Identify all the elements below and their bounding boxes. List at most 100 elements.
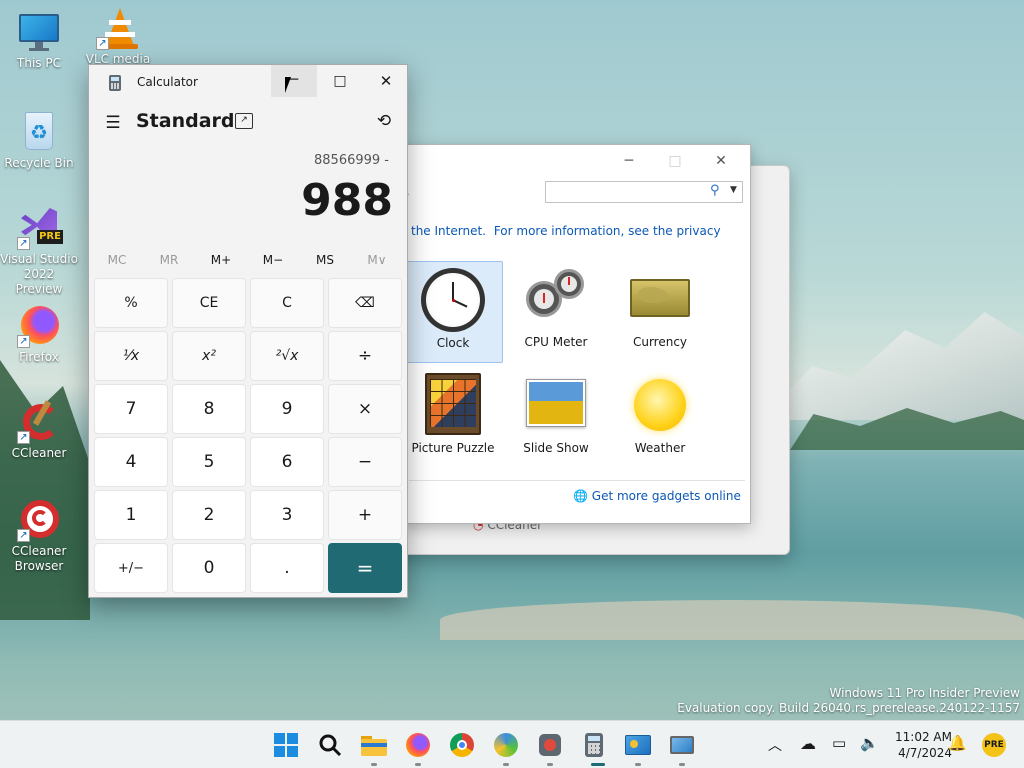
browser-taskbar-button[interactable] [492, 731, 520, 759]
add-button[interactable]: + [328, 490, 402, 540]
control-panel-taskbar-button[interactable] [624, 731, 652, 759]
maximize-button[interactable]: □ [663, 153, 687, 169]
shortcut-arrow-icon: ↗ [17, 237, 30, 250]
expression-display: 88566999 - [314, 153, 389, 168]
app-taskbar-button[interactable] [536, 731, 564, 759]
chrome-taskbar-button[interactable] [448, 731, 476, 759]
gadget-currency[interactable]: Currency [610, 267, 710, 349]
start-button[interactable] [272, 731, 300, 759]
reciprocal-button[interactable]: ¹⁄x [94, 331, 168, 381]
desktop-icon-recycle-bin[interactable]: ♻ Recycle Bin [1, 110, 77, 171]
desktop-icon-ccleaner[interactable]: ↗ CCleaner [1, 400, 77, 461]
chrome-icon [450, 733, 474, 757]
digit-7-button[interactable]: 7 [94, 384, 168, 434]
watermark-line-1: Windows 11 Pro Insider Preview [829, 686, 1020, 700]
memory-clear-button[interactable]: MC [91, 253, 143, 267]
gadget-label: Picture Puzzle [411, 441, 495, 455]
notification-bell-icon[interactable]: 🔔 [948, 734, 967, 752]
divide-button[interactable]: ÷ [328, 331, 402, 381]
calculator-taskbar-button[interactable] [580, 731, 608, 759]
onedrive-offline-icon[interactable]: ☁ [800, 734, 816, 753]
equals-button[interactable]: = [328, 543, 402, 593]
network-icon[interactable]: ▭ [832, 734, 846, 752]
desktop-icon-ccleaner-browser[interactable]: ↗ CCleaner Browser [1, 498, 77, 574]
info-text[interactable]: the Internet. [411, 224, 486, 238]
digit-5-button[interactable]: 5 [172, 437, 246, 487]
search-icon[interactable]: ⚲ [710, 183, 720, 198]
running-indicator [635, 763, 641, 766]
history-icon[interactable]: ⟲ [374, 111, 394, 131]
keep-on-top-icon[interactable]: ↗ [235, 113, 253, 129]
multiply-button[interactable]: × [328, 384, 402, 434]
browser-icon [494, 733, 518, 757]
desktop-icon-label: CCleaner [11, 446, 67, 460]
watermark-line-2: Evaluation copy. Build 26040.rs_prerelea… [677, 701, 1020, 715]
decimal-button[interactable]: . [250, 543, 324, 593]
gadget-weather[interactable]: Weather [610, 373, 710, 455]
negate-button[interactable]: +/− [94, 543, 168, 593]
desktop-icon-vlc[interactable]: ↗ VLC media [80, 6, 156, 66]
minimize-button[interactable]: ─ [271, 65, 317, 97]
square-button[interactable]: x² [172, 331, 246, 381]
chevron-down-icon[interactable]: ▼ [730, 185, 737, 195]
close-button[interactable]: ✕ [363, 65, 409, 97]
running-indicator [415, 763, 421, 766]
search-gadgets-field[interactable] [548, 184, 698, 200]
insider-badge-icon[interactable]: PRE [982, 733, 1006, 757]
running-indicator [591, 763, 605, 766]
clock-area[interactable]: 11:02 AM 4/7/2024 [880, 729, 952, 761]
file-explorer-button[interactable] [360, 731, 388, 759]
memory-add-button[interactable]: M+ [195, 253, 247, 267]
firefox-taskbar-button[interactable] [404, 731, 432, 759]
shortcut-arrow-icon: ↗ [17, 431, 30, 444]
digit-3-button[interactable]: 3 [250, 490, 324, 540]
memory-recall-button[interactable]: MR [143, 253, 195, 267]
search-button[interactable] [316, 731, 344, 759]
backspace-button[interactable]: ⌫ [328, 278, 402, 328]
vlc-cone-icon: ↗ [96, 6, 140, 50]
clear-entry-button[interactable]: CE [172, 278, 246, 328]
slide-show-icon [524, 373, 588, 437]
square-root-button[interactable]: ²√x [250, 331, 324, 381]
gadget-slide-show[interactable]: Slide Show [506, 373, 606, 455]
digit-8-button[interactable]: 8 [172, 384, 246, 434]
maximize-button[interactable]: □ [317, 65, 363, 97]
remote-desktop-taskbar-button[interactable] [668, 731, 696, 759]
digit-6-button[interactable]: 6 [250, 437, 324, 487]
digit-2-button[interactable]: 2 [172, 490, 246, 540]
digit-0-button[interactable]: 0 [172, 543, 246, 593]
globe-icon: 🌐 [573, 489, 588, 503]
percent-button[interactable]: % [94, 278, 168, 328]
ccleaner-browser-icon: ↗ [17, 498, 61, 542]
shortcut-arrow-icon: ↗ [17, 529, 30, 542]
calculator-app-icon [109, 75, 121, 91]
memory-store-button[interactable]: MS [299, 253, 351, 267]
close-button[interactable]: ✕ [709, 153, 733, 169]
build-watermark: Windows 11 Pro Insider Preview Evaluatio… [677, 686, 1020, 716]
digit-1-button[interactable]: 1 [94, 490, 168, 540]
desktop-icon-this-pc[interactable]: This PC [1, 10, 77, 71]
recycle-bin-icon: ♻ [17, 110, 61, 154]
desktop-icon-visual-studio[interactable]: PRE ↗ Visual Studio 2022 Preview [0, 206, 78, 297]
gadget-picture-puzzle[interactable]: Picture Puzzle [403, 373, 503, 455]
calculator-icon [585, 733, 603, 757]
search-gadgets-input[interactable]: ⚲ ▼ [545, 181, 743, 203]
mode-title: Standard [136, 110, 235, 132]
digit-4-button[interactable]: 4 [94, 437, 168, 487]
running-indicator [503, 763, 509, 766]
volume-muted-icon[interactable]: 🔈 [860, 734, 879, 752]
privacy-link[interactable]: For more information, see the privacy [494, 224, 721, 238]
gadget-cpu-meter[interactable]: CPU Meter [506, 267, 606, 349]
digit-9-button[interactable]: 9 [250, 384, 324, 434]
shortcut-arrow-icon: ↗ [17, 335, 30, 348]
gadget-clock[interactable]: Clock [403, 261, 503, 363]
show-hidden-icons-button[interactable]: ︿ [768, 735, 782, 755]
clear-button[interactable]: C [250, 278, 324, 328]
get-more-gadgets-link[interactable]: 🌐 Get more gadgets online [573, 489, 741, 503]
minimize-button[interactable]: ─ [617, 153, 641, 169]
subtract-button[interactable]: − [328, 437, 402, 487]
memory-list-button[interactable]: M∨ [351, 253, 403, 267]
memory-subtract-button[interactable]: M− [247, 253, 299, 267]
navigation-menu-button[interactable]: ☰ [99, 109, 127, 137]
desktop-icon-firefox[interactable]: ↗ Firefox [1, 304, 77, 365]
